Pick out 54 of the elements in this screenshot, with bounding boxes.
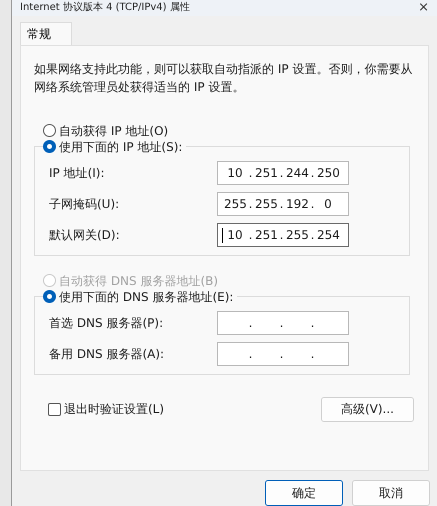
octet-text: 255 (286, 226, 308, 244)
dot-separator: . (278, 196, 284, 213)
dot-separator: . (248, 226, 254, 244)
dot-separator: . (248, 164, 254, 182)
tab[interactable]: 常规 (20, 22, 72, 45)
octet-text: 255 (224, 196, 246, 213)
dot-separator: . (278, 164, 284, 182)
dot-separator: . (310, 226, 316, 244)
field-label: IP 地址(I): (49, 164, 105, 182)
radio-label: 自动获得 IP 地址(O) (59, 122, 168, 140)
octet-text: 255 (255, 196, 277, 213)
octet-text: 10 (226, 226, 244, 244)
text-cursor (222, 228, 223, 243)
checkbox-label: 退出时验证设置(L) (64, 401, 164, 418)
octet-text: 0 (323, 196, 333, 213)
radio-label: 自动获得 DNS 服务器地址(B) (59, 272, 218, 290)
ip-address-field[interactable]: 10 . 251. 255. 254 (217, 222, 349, 247)
field-label: 默认网关(D): (49, 226, 120, 244)
dot-separator: . (248, 314, 254, 332)
dot-separator: . (310, 314, 316, 332)
octet-text: 251 (255, 226, 277, 244)
ip-address-field[interactable]: . . . (217, 310, 349, 335)
ip-address-field[interactable]: 255. 255. 192. 0 (217, 192, 349, 216)
dot-separator: . (248, 196, 254, 213)
window-title: Internet 协议版本 4 (TCP/IPv4) 属性 (20, 2, 190, 13)
dot-separator: . (310, 346, 316, 363)
dot-separator: . (310, 196, 316, 213)
radio-label: 使用下面的 DNS 服务器地址(E): (59, 288, 234, 306)
radio-button[interactable] (43, 290, 56, 304)
close-button[interactable]: × (418, 1, 429, 14)
ip-address-field[interactable]: . . . (217, 342, 349, 366)
advanced-button[interactable]: 高级(V)... (321, 396, 414, 422)
field-label: 首选 DNS 服务器(P): (49, 314, 164, 332)
dot-separator: . (248, 346, 254, 363)
octet-text: 244 (286, 164, 308, 182)
octet-text: 250 (317, 164, 339, 182)
dot-separator: . (278, 226, 284, 244)
description-text: 如果网络支持此功能，则可以获取自动指派的 IP 设置。否则，你需要从网络系统管理员处获得适当的 IP 设置。 (33, 60, 414, 96)
field-label: 子网掩码(U): (49, 196, 120, 213)
radio-button[interactable] (43, 124, 56, 138)
dot-separator: . (278, 346, 284, 363)
dot-separator: . (278, 314, 284, 332)
octet-text: 254 (317, 226, 339, 244)
ip-address-field[interactable]: 10 . 251. 244. 250 (217, 160, 349, 185)
radio-button[interactable] (43, 140, 56, 154)
checkbox[interactable] (48, 402, 61, 416)
octet-text: 10 (226, 164, 244, 182)
octet-text: 192 (286, 196, 308, 213)
radio-label: 使用下面的 IP 地址(S): (59, 138, 182, 156)
dialog-button[interactable]: 确定 (265, 480, 343, 506)
field-label: 备用 DNS 服务器(A): (49, 346, 164, 363)
dialog-button[interactable]: 取消 (352, 480, 430, 506)
octet-text: 251 (255, 164, 277, 182)
dot-separator: . (310, 164, 316, 182)
